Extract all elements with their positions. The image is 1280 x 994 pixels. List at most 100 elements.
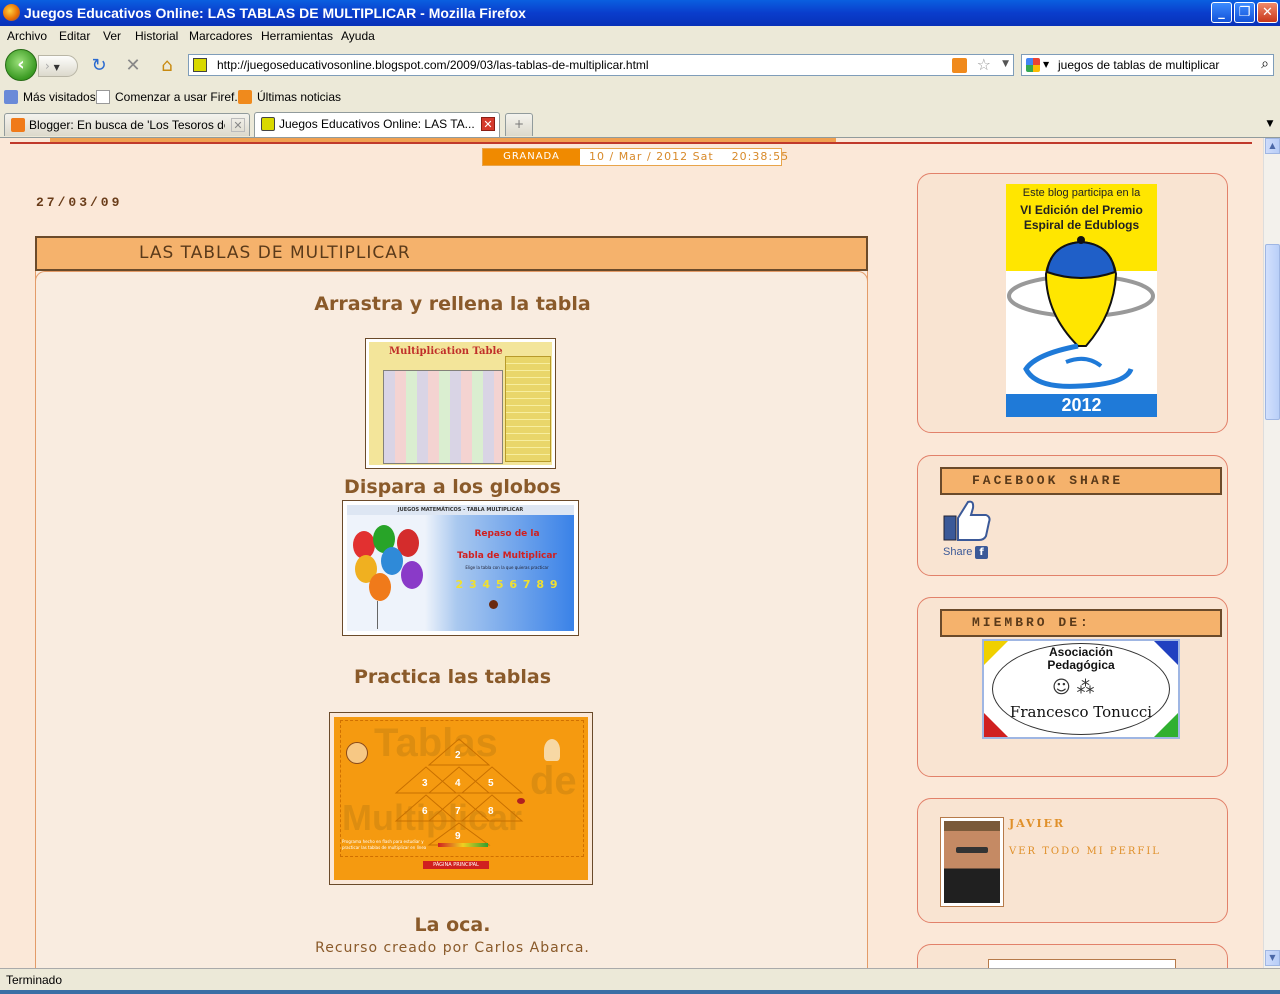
pyramid-number[interactable]: 4	[455, 778, 461, 789]
menu-editar[interactable]: Editar	[59, 29, 90, 43]
status-text: Terminado	[6, 973, 63, 987]
maximize-button[interactable]: ❐	[1234, 2, 1255, 23]
google-search-engine-icon[interactable]	[1026, 58, 1040, 72]
tab-label: Juegos Educativos Online: LAS TA...	[279, 117, 475, 131]
pyramid-number[interactable]: 9	[455, 831, 461, 842]
search-bar[interactable]: ▼ juegos de tablas de multiplicar ⌕	[1021, 54, 1274, 76]
tonucci-association-logo[interactable]: Asociación Pedagógica ☺ ⁂ Francesco Tonu…	[982, 639, 1180, 739]
window-title: Juegos Educativos Online: LAS TABLAS DE …	[24, 5, 526, 21]
rss-feed-icon	[238, 90, 252, 104]
game-heading-2: Tabla de Multiplicar	[457, 551, 557, 561]
post-title[interactable]: LAS TABLAS DE MULTIPLICAR	[139, 243, 411, 263]
forward-button[interactable]: › ▼	[38, 55, 78, 77]
address-bar[interactable]: http://juegoseducativosonline.blogspot.c…	[188, 54, 1014, 76]
practice-tables-game-image[interactable]: Tablas de Multiplicar 2 3 4 5 6 7 8 9 Pr…	[329, 712, 593, 885]
page-viewport[interactable]: GRANADA 10 / Mar / 2012 Sat 20:38:55 27/…	[0, 138, 1263, 968]
pyramid-number[interactable]: 2	[455, 750, 461, 761]
multiplication-table-game-image[interactable]: Multiplication Table	[365, 338, 556, 469]
post-date: 27/03/09	[36, 195, 123, 210]
tab-label: Blogger: En busca de 'Los Tesoros del ..…	[29, 118, 225, 132]
main-page-button[interactable]: PÁGINA PRINCIPAL	[423, 861, 489, 869]
bookmark-star-icon[interactable]: ☆	[977, 55, 991, 74]
new-tab-button[interactable]: +	[505, 113, 533, 136]
url-text[interactable]: http://juegoseducativosonline.blogspot.c…	[217, 58, 649, 72]
resource-credit: Recurso creado por Carlos Abarca.	[315, 940, 590, 956]
scroll-up-arrow-icon[interactable]: ▲	[1265, 138, 1280, 154]
children-drawing-icon: ☺ ⁂	[1052, 677, 1095, 698]
home-icon[interactable]: ⌂	[156, 55, 178, 77]
search-input[interactable]: juegos de tablas de multiplicar	[1058, 58, 1219, 72]
badge-line-2: VI Edición del Premio	[1020, 203, 1143, 217]
game-thumbnail: JUEGOS MATEMÁTICOS - TABLA MULTIPLICAR R…	[347, 505, 574, 631]
balloon-orange	[369, 573, 391, 601]
background-word-2: de	[530, 759, 577, 803]
tab-bar: Blogger: En busca de 'Los Tesoros del ..…	[0, 110, 1280, 138]
site-favicon	[193, 58, 207, 72]
bookmark-comenzar[interactable]: Comenzar a usar Firef...	[115, 90, 244, 104]
scroll-down-arrow-icon[interactable]: ▼	[1265, 950, 1280, 966]
elf-character-icon	[544, 739, 560, 761]
pyramid-number[interactable]: 8	[488, 806, 494, 817]
table-grid	[383, 370, 503, 464]
profile-photo[interactable]	[940, 817, 1004, 907]
scroll-thumb[interactable]	[1265, 244, 1280, 420]
boy-face-icon	[346, 742, 368, 764]
header-divider	[10, 142, 1252, 144]
pyramid-number[interactable]: 6	[422, 806, 428, 817]
menu-archivo[interactable]: Archivo	[7, 29, 47, 43]
site-favicon	[261, 117, 275, 131]
menu-ayuda[interactable]: Ayuda	[341, 29, 375, 43]
search-icon[interactable]: ⌕	[1261, 56, 1269, 72]
pyramid-number[interactable]: 5	[488, 778, 494, 789]
edublogs-award-badge[interactable]: Este blog participa en la VI Edición del…	[1006, 184, 1157, 417]
section-heading: Arrastra y rellena la tabla	[314, 293, 591, 315]
pyramid-number[interactable]: 3	[422, 778, 428, 789]
pyramid-number[interactable]: 7	[455, 806, 461, 817]
firefox-icon	[3, 4, 20, 21]
game-heading-1: Repaso de la	[474, 529, 540, 539]
profile-name[interactable]: JAVIER	[1009, 817, 1065, 830]
thumbs-up-icon[interactable]	[942, 498, 992, 542]
facebook-icon[interactable]: f	[975, 546, 988, 559]
widget-heading-bar: FACEBOOK SHARE	[940, 467, 1222, 495]
tab-blogger[interactable]: Blogger: En busca de 'Los Tesoros del ..…	[4, 113, 250, 136]
sunglasses	[956, 847, 988, 853]
tab-juegos-educativos[interactable]: Juegos Educativos Online: LAS TA... ✕	[254, 112, 500, 137]
widget-heading: MIEMBRO DE:	[972, 615, 1091, 630]
menu-herramientas[interactable]: Herramientas	[261, 29, 333, 43]
menu-marcadores[interactable]: Marcadores	[189, 29, 252, 43]
close-tab-icon[interactable]: ✕	[231, 118, 245, 132]
clock-widget: GRANADA 10 / Mar / 2012 Sat 20:38:55	[482, 148, 788, 166]
close-window-button[interactable]: ✕	[1257, 2, 1278, 23]
close-tab-icon[interactable]: ✕	[481, 117, 495, 131]
list-all-tabs-icon[interactable]: ▼	[1262, 114, 1278, 134]
window-title-bar[interactable]: Juegos Educativos Online: LAS TABLAS DE …	[0, 0, 1280, 26]
section-heading: Dispara a los globos	[344, 476, 561, 498]
reload-icon[interactable]: ↻	[88, 55, 110, 77]
stop-icon[interactable]: ✕	[122, 55, 144, 77]
history-dropdown-icon[interactable]: ▼	[54, 63, 60, 72]
share-label[interactable]: Share	[943, 546, 972, 558]
bookmark-mas-visitados[interactable]: Más visitados	[23, 90, 96, 104]
table-numbers: 2 3 4 5 6 7 8 9	[455, 578, 559, 591]
pyramid-numbers: 2 3 4 5 6 7 8 9	[394, 737, 524, 847]
url-dropdown-icon[interactable]: ▼	[1002, 59, 1009, 69]
engine-dropdown-icon[interactable]: ▼	[1043, 60, 1049, 69]
rss-feed-icon[interactable]	[952, 58, 967, 73]
membership-widget: MIEMBRO DE: Asociación Pedagógica ☺ ⁂ Fr…	[917, 597, 1228, 777]
bookmark-ultimas-noticias[interactable]: Últimas noticias	[257, 90, 341, 104]
menu-ver[interactable]: Ver	[103, 29, 121, 43]
page-icon	[96, 90, 110, 104]
game-thumbnail: Tablas de Multiplicar 2 3 4 5 6 7 8 9 Pr…	[334, 717, 588, 880]
minimize-button[interactable]: _	[1211, 2, 1232, 23]
balloon-strings	[377, 601, 378, 629]
back-button[interactable]: ‹	[5, 49, 37, 81]
view-full-profile-link[interactable]: VER TODO MI PERFIL	[1009, 846, 1161, 857]
profile-widget: JAVIER VER TODO MI PERFIL	[917, 798, 1228, 923]
menu-bar: Archivo Editar Ver Historial Marcadores …	[0, 26, 1280, 46]
menu-historial[interactable]: Historial	[135, 29, 178, 43]
vertical-scrollbar[interactable]: ▲ ▼	[1263, 138, 1280, 968]
balloon-game-image[interactable]: JUEGOS MATEMÁTICOS - TABLA MULTIPLICAR R…	[342, 500, 579, 636]
logo-line-1: Asociación	[1048, 645, 1114, 659]
post-body: Arrastra y rellena la tabla Multiplicati…	[35, 271, 868, 968]
